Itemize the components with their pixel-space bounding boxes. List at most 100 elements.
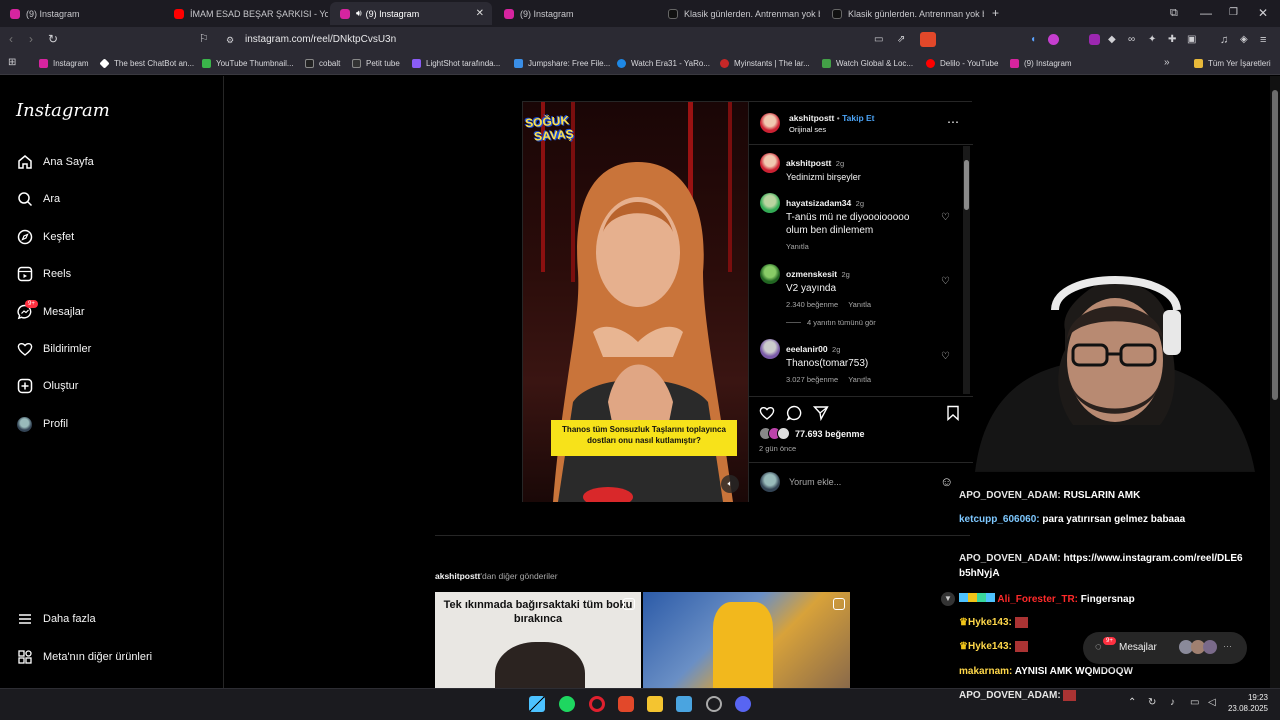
messages-widget[interactable]: ◌ 9+ Mesajlar ··· bbox=[1083, 632, 1247, 664]
monitor-icon[interactable]: ▭ bbox=[1190, 697, 1199, 708]
bookmark-icon[interactable]: ⚐ bbox=[199, 33, 209, 45]
site-info-icon[interactable]: ⚙ bbox=[226, 34, 234, 46]
app-icon[interactable] bbox=[676, 696, 692, 712]
comment-username[interactable]: akshitpostt bbox=[786, 158, 831, 168]
bookmark-item[interactable]: Jumpshare: Free File... bbox=[514, 56, 610, 71]
like-comment-icon[interactable]: ♡ bbox=[941, 212, 950, 223]
related-post-thumb[interactable] bbox=[643, 592, 850, 688]
emoji-icon[interactable]: ☺ bbox=[940, 474, 953, 489]
like-comment-icon[interactable]: ♡ bbox=[941, 351, 950, 362]
like-icon[interactable] bbox=[759, 405, 775, 421]
browser-tab[interactable]: Klasik günlerden. Antrenman yok bu bbox=[822, 2, 984, 25]
nav-explore[interactable]: Keşfet bbox=[16, 225, 74, 249]
browser-tab[interactable]: İMAM ESAD BEŞAR ŞARKISI - YouTub bbox=[164, 2, 328, 25]
comment-input[interactable]: Yorum ekle... bbox=[789, 477, 841, 487]
extension-icon[interactable]: ∞ bbox=[1128, 34, 1135, 46]
file-explorer-icon[interactable] bbox=[647, 696, 663, 712]
bookmark-item[interactable]: Petit tube bbox=[352, 56, 400, 71]
more-bookmarks-icon[interactable]: » bbox=[1164, 57, 1170, 69]
nav-create[interactable]: Oluştur bbox=[16, 374, 78, 398]
opera-icon[interactable] bbox=[589, 696, 605, 712]
browser-tab-active[interactable]: 🔊︎ (9) Instagram ✕ bbox=[330, 2, 492, 25]
music-icon[interactable]: ♫ bbox=[1220, 34, 1228, 46]
bookmark-item[interactable]: LightShot tarafında... bbox=[412, 56, 500, 71]
extension-icon[interactable]: ◆ bbox=[1108, 34, 1116, 46]
windows-start-icon[interactable] bbox=[529, 696, 545, 712]
nav-meta-products[interactable]: Meta'nın diğer ürünleri bbox=[16, 645, 152, 669]
screen-icon[interactable]: ▭ bbox=[874, 34, 883, 46]
back-icon[interactable]: ‹ bbox=[9, 33, 13, 45]
apps-grid-icon[interactable]: ⊞ bbox=[8, 57, 16, 69]
nav-notifications[interactable]: Bildirimler bbox=[16, 337, 91, 361]
bookmark-item[interactable]: (9) Instagram bbox=[1010, 56, 1072, 71]
page-scrollbar[interactable] bbox=[1270, 76, 1280, 688]
vpn-icon[interactable]: ◈ bbox=[1240, 34, 1248, 46]
extension-icon[interactable] bbox=[1048, 34, 1059, 45]
bookmark-item[interactable]: Watch Era31 - YaRo... bbox=[617, 56, 710, 71]
comment-username[interactable]: eeelanir00 bbox=[786, 344, 828, 354]
scrollbar-thumb[interactable] bbox=[1272, 90, 1278, 400]
browser-tab[interactable]: Klasik günlerden. Antrenman yok bu bbox=[658, 2, 820, 25]
extensions-icon[interactable]: ⧉ bbox=[1170, 7, 1178, 19]
nav-more[interactable]: Daha fazla bbox=[16, 607, 96, 631]
close-window-icon[interactable]: ✕ bbox=[1258, 7, 1268, 19]
menu-icon[interactable]: ≡ bbox=[1260, 34, 1266, 46]
comment-likes[interactable]: 2.340 beğenme bbox=[786, 300, 838, 309]
reel-video[interactable]: SOĞUK SAVAŞ Thanos tüm Sonsuzluk Taşları… bbox=[523, 102, 748, 502]
author-username[interactable]: akshitpostt bbox=[789, 113, 834, 123]
reply-button[interactable]: Yanıtla bbox=[848, 300, 871, 309]
comment-username[interactable]: hayatsizadam34 bbox=[786, 198, 851, 208]
new-tab-button[interactable]: + bbox=[992, 7, 999, 19]
brave-icon[interactable] bbox=[618, 696, 634, 712]
more-options-icon[interactable]: ⋯ bbox=[947, 115, 959, 129]
browser-tab[interactable]: (9) Instagram bbox=[494, 2, 658, 25]
bookmark-item[interactable]: The best ChatBot an... bbox=[99, 56, 194, 71]
scrollbar-thumb[interactable] bbox=[964, 160, 969, 210]
microphone-icon[interactable]: ♪ bbox=[1170, 697, 1175, 708]
nav-profile[interactable]: Profil bbox=[16, 412, 68, 436]
extension-icon[interactable]: ◖ bbox=[1030, 34, 1036, 46]
audio-label[interactable]: Orijinal ses bbox=[789, 125, 826, 134]
minimize-icon[interactable]: — bbox=[1200, 7, 1212, 19]
like-count[interactable]: 77.693 beğenme bbox=[795, 429, 865, 439]
bookmark-item[interactable]: Instagram bbox=[39, 56, 89, 71]
close-tab-icon[interactable]: ✕ bbox=[476, 8, 484, 19]
forward-icon[interactable]: › bbox=[29, 33, 33, 45]
share-icon[interactable] bbox=[813, 405, 829, 421]
filter-icon[interactable]: ▼ bbox=[941, 592, 955, 606]
maximize-icon[interactable]: ❐ bbox=[1229, 7, 1238, 19]
post-date[interactable]: 2 gün önce bbox=[759, 444, 796, 453]
comment-avatar[interactable] bbox=[760, 153, 780, 173]
volume-icon[interactable]: ◁ bbox=[1208, 697, 1216, 708]
sidebar-icon[interactable]: ▣ bbox=[1187, 34, 1196, 46]
view-replies-button[interactable]: 4 yanıtın tümünü gör bbox=[807, 318, 876, 327]
author-avatar[interactable] bbox=[760, 113, 780, 133]
instagram-logo[interactable]: Instagram bbox=[16, 100, 110, 121]
discord-icon[interactable] bbox=[735, 696, 751, 712]
tray-chevron-icon[interactable]: ⌃ bbox=[1128, 697, 1136, 708]
obs-icon[interactable] bbox=[706, 696, 722, 712]
puzzle-icon[interactable]: ✚ bbox=[1168, 34, 1176, 46]
bookmark-item[interactable]: YouTube Thumbnail... bbox=[202, 56, 294, 71]
spotify-icon[interactable] bbox=[559, 696, 575, 712]
bookmark-item[interactable]: Delilo - YouTube bbox=[926, 56, 998, 71]
bookmark-item[interactable]: cobalt bbox=[305, 56, 340, 71]
liker-avatars[interactable] bbox=[759, 427, 795, 440]
comment-avatar[interactable] bbox=[760, 264, 780, 284]
speaker-icon[interactable]: 🔊︎ bbox=[356, 8, 362, 19]
reply-button[interactable]: Yanıtla bbox=[848, 375, 871, 384]
comment-icon[interactable] bbox=[786, 405, 802, 421]
nav-home[interactable]: Ana Sayfa bbox=[16, 150, 94, 174]
all-bookmarks-folder[interactable]: Tüm Yer İşaretleri bbox=[1194, 56, 1271, 71]
share-icon[interactable]: ⇗ bbox=[897, 34, 905, 46]
nav-search[interactable]: Ara bbox=[16, 187, 60, 211]
reply-button[interactable]: Yanıtla bbox=[786, 242, 931, 251]
like-comment-icon[interactable]: ♡ bbox=[941, 276, 950, 287]
extension-icon[interactable]: ✦ bbox=[1148, 34, 1156, 46]
reload-icon[interactable]: ↻ bbox=[48, 33, 58, 45]
tray-icon[interactable]: ↻ bbox=[1148, 697, 1156, 708]
extension-icon[interactable] bbox=[1089, 34, 1100, 45]
url-field[interactable]: instagram.com/reel/DNktpCvsU3n bbox=[245, 34, 396, 45]
related-post-thumb[interactable]: Tek ıkınmada bağırsaktaki tüm boku bırak… bbox=[435, 592, 641, 688]
mute-button[interactable]: 🔈︎ bbox=[721, 475, 739, 493]
